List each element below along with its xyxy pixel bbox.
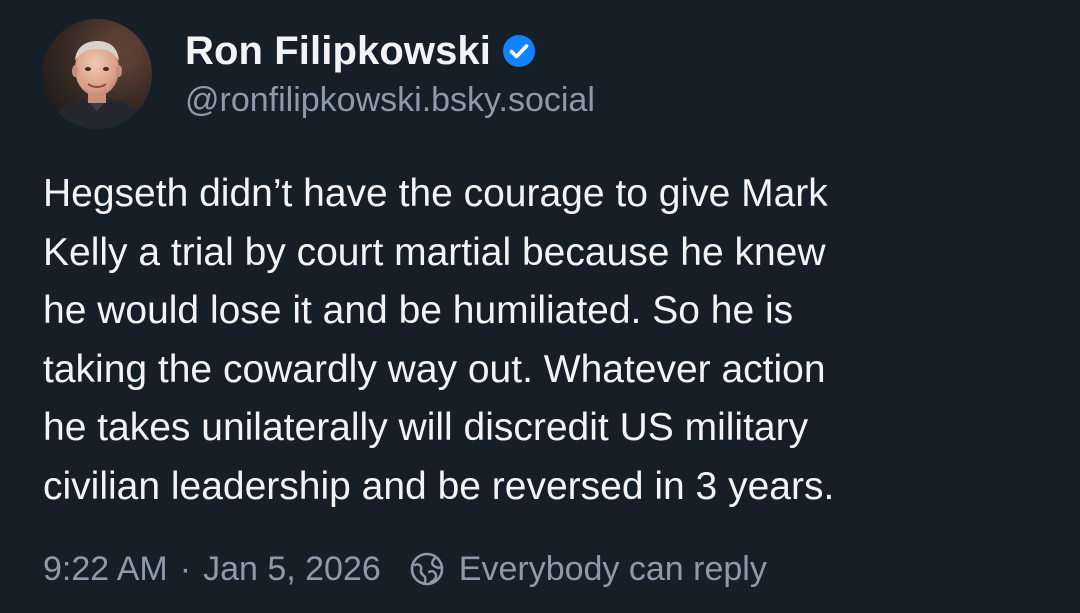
avatar-photo — [42, 19, 152, 129]
author-name-row: Ron Filipkowski — [185, 26, 536, 76]
post-text-line: Kelly a trial by court martial because h… — [43, 230, 826, 274]
globe-icon — [409, 551, 445, 587]
post-text-line: Hegseth didn’t have the courage to give … — [43, 172, 828, 215]
author-display-name[interactable]: Ron Filipkowski — [185, 29, 491, 74]
post-date[interactable]: Jan 5, 2026 — [203, 550, 381, 589]
author-avatar[interactable] — [42, 19, 152, 129]
post-text-line: he takes unilaterally will discredit US … — [43, 406, 809, 449]
post-meta-row: 9:22 AM · Jan 5, 2026 Everybody can repl… — [43, 546, 767, 592]
post-text-line: civilian leadership and be reversed in 3… — [43, 464, 835, 508]
verified-check-badge-icon[interactable] — [502, 34, 536, 68]
meta-separator: · — [179, 549, 192, 588]
post-text-line: he would lose it and be humiliated. So h… — [43, 289, 794, 332]
post-time[interactable]: 9:22 AM — [43, 550, 168, 589]
post-body-text: Hegseth didn’t have the courage to give … — [43, 165, 1053, 516]
author-handle[interactable]: @ronfilipkowski.bsky.social — [185, 81, 595, 120]
post-text-line: taking the cowardly way out. Whatever ac… — [43, 347, 826, 391]
reply-setting-label[interactable]: Everybody can reply — [459, 550, 767, 589]
post-card: Ron Filipkowski @ronfilipkowski.bsky.soc… — [0, 0, 1080, 613]
